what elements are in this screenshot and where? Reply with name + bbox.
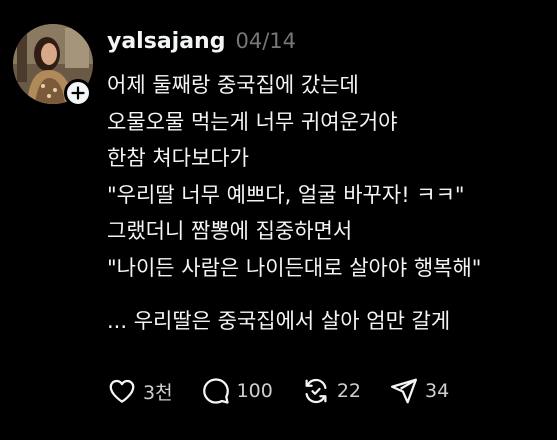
repost-icon <box>305 378 327 404</box>
post-line: 한참 쳐다보다가 <box>107 146 249 170</box>
post-footer-line: ... 우리딸은 중국집에서 살아 엄만 갈게 <box>107 309 451 333</box>
repost-count: 22 <box>336 380 362 402</box>
avatar-container <box>13 24 93 107</box>
post-body: 어제 둘째랑 중국집에 갔는데 오물오물 먹는게 너무 귀여운거야 한참 쳐다보… <box>107 67 552 340</box>
comment-count: 100 <box>236 380 273 402</box>
post-line: 그랬더니 짬뽕에 집중하면서 <box>107 219 353 243</box>
plus-icon <box>71 86 85 100</box>
action-bar: 3천 100 22 34 <box>107 373 477 409</box>
like-button[interactable]: 3천 <box>107 376 173 406</box>
username[interactable]: yalsajang <box>107 29 225 54</box>
share-button[interactable]: 34 <box>389 376 449 406</box>
comment-icon <box>202 378 229 404</box>
post-line: 오물오물 먹는게 너무 귀여운거야 <box>107 109 398 134</box>
share-count: 34 <box>425 380 450 402</box>
heart-icon <box>109 379 135 403</box>
send-icon <box>391 378 418 404</box>
repost-button[interactable]: 22 <box>301 376 361 406</box>
post-line: "우리딸 너무 예쁘다, 얼굴 바꾸자! ㅋㅋ" <box>107 182 465 207</box>
thread-post: yalsajang 04/14 어제 둘째랑 중국집에 갔는데 오물오물 먹는게… <box>0 0 557 440</box>
like-count: 3천 <box>143 381 173 404</box>
post-header: yalsajang 04/14 <box>107 24 296 58</box>
post-line: 어제 둘째랑 중국집에 갔는데 <box>107 73 359 97</box>
post-line: "나이든 사람은 나이든대로 살아야 행복해" <box>107 255 482 280</box>
follow-button[interactable] <box>64 79 92 107</box>
comment-button[interactable]: 100 <box>201 376 273 406</box>
timestamp: 04/14 <box>235 29 296 53</box>
